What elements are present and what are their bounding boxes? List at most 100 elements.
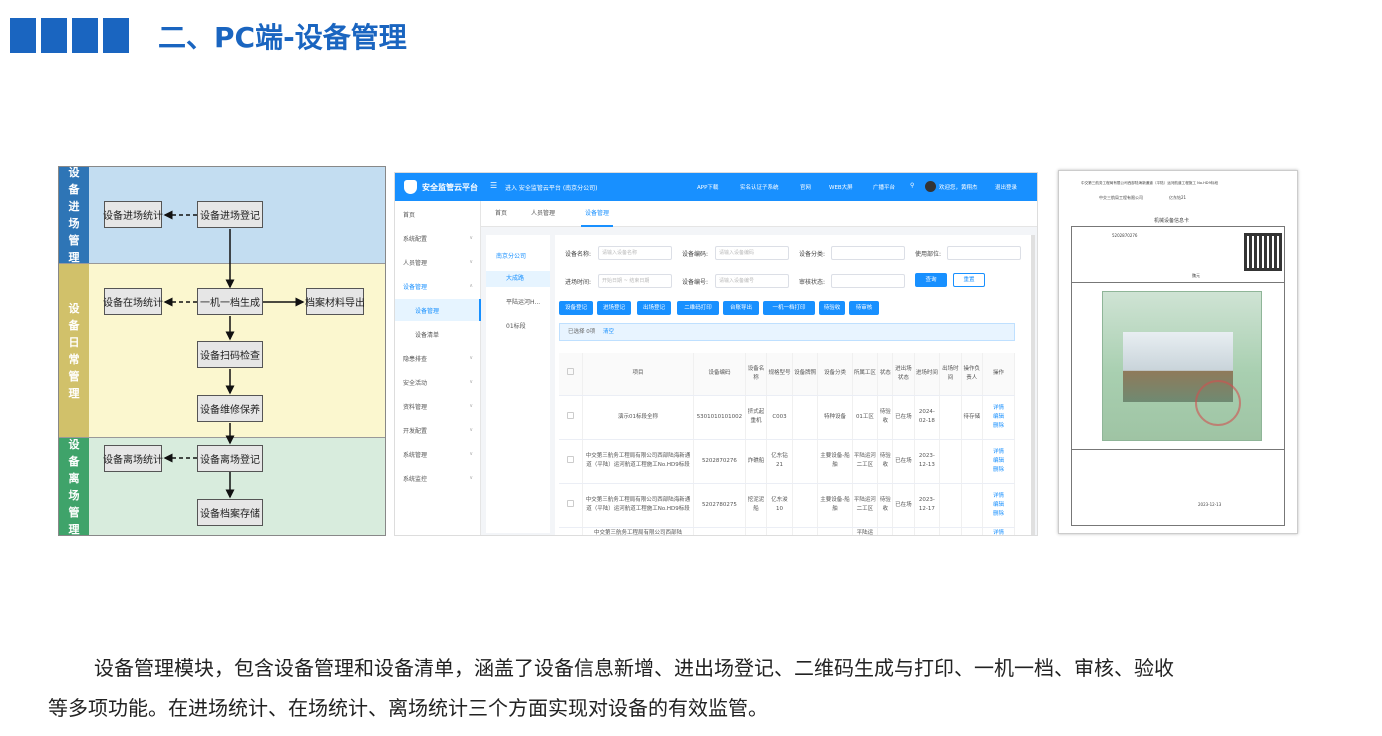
col-code: 设备编码 [693, 353, 746, 396]
equipment-number-input[interactable]: 请输入设备编号 [715, 274, 789, 288]
sidebar-label: 设备管理 [415, 307, 440, 315]
link-realname[interactable]: 实名认证子系统 [740, 183, 779, 191]
sidebar-item-system-manage[interactable]: 系统管理 ∨ [395, 443, 481, 465]
position-select[interactable] [947, 246, 1021, 260]
pending-audit-button[interactable]: 待审核 [849, 301, 879, 315]
tab-personnel[interactable]: 人员管理 [531, 201, 555, 227]
sidebar-label: 首页 [403, 211, 416, 219]
exit-register-button[interactable]: 出场登记 [637, 301, 671, 315]
tree-node-01[interactable]: 01标段 [506, 321, 526, 330]
tree-node-dachenglu[interactable]: 大成路 [486, 271, 550, 287]
sidebar-label: 系统监控 [403, 475, 428, 483]
sidebar-item-documents[interactable]: 资料管理 ∨ [395, 395, 481, 417]
audit-status-select[interactable] [831, 274, 905, 288]
sidebar: 首页 系统配置 ∨ 人员管理 ∨ 设备管理 ∧ 设备管理 设备清单 隐患排查 ∨ 安全活… [395, 201, 481, 535]
edit-link[interactable]: 编辑 [984, 501, 1013, 510]
select-all-checkbox[interactable] [559, 353, 583, 396]
col-status: 状态 [877, 353, 894, 396]
delete-link[interactable]: 删除 [984, 466, 1013, 475]
sidebar-item-home[interactable]: 首页 [395, 203, 481, 225]
card-divider [1072, 449, 1284, 450]
row-checkbox[interactable] [559, 483, 583, 528]
menu-icon[interactable]: ☰ [490, 181, 497, 190]
filter-category-label: 设备分类: [799, 251, 826, 258]
cell-plate [792, 395, 819, 440]
cell-status: 待验收 [877, 483, 894, 528]
qrcode-print-button[interactable]: 二维码打印 [677, 301, 719, 315]
sidebar-item-safety[interactable]: 安全活动 ∨ [395, 371, 481, 393]
sidebar-item-hazard[interactable]: 隐患排查 ∨ [395, 347, 481, 369]
entry-register-button[interactable]: 进场登记 [597, 301, 631, 315]
card-unit: 中交三航局工程有限公司 [1099, 195, 1143, 200]
archive-print-button[interactable]: 一机一档打印 [763, 301, 815, 315]
sidebar-item-personnel[interactable]: 人员管理 ∨ [395, 251, 481, 273]
link-official[interactable]: 官网 [800, 183, 811, 191]
cell-name [745, 527, 768, 535]
tree-node-pinglu[interactable]: 平陆运河H... [506, 297, 540, 306]
ledger-export-button[interactable]: 台账导出 [723, 301, 759, 315]
edit-link[interactable]: 编辑 [984, 457, 1013, 466]
cell-area: 平陆运河二工区 [852, 439, 879, 484]
box-one-machine-archive: 一机一档生成 [197, 288, 263, 315]
tree-node-root[interactable]: 南京分公司 [496, 251, 526, 260]
link-web-screen[interactable]: WEB大屏 [829, 183, 853, 191]
category-select[interactable] [831, 246, 905, 260]
sidebar-subitem-equipment-list[interactable]: 设备清单 [395, 323, 481, 345]
equipment-code-input[interactable]: 请输入设备编码 [715, 246, 789, 260]
cell-model: C003 [766, 395, 793, 440]
detail-link[interactable]: 详情 [984, 492, 1013, 501]
app-brand[interactable]: 安全监管云平台 [422, 182, 478, 193]
box-maintenance: 设备维修保养 [197, 395, 263, 422]
box-archive-store: 设备档案存储 [197, 499, 263, 526]
link-broadcast[interactable]: 广播平台 [873, 183, 895, 191]
equipment-info-card: 中交第三航务工程局有限公司西部陆海新通道（平陆）运河航道工程施工 No.HD9标… [1058, 170, 1298, 534]
link-app-download[interactable]: APP下载 [697, 183, 718, 191]
sidebar-item-system-monitor[interactable]: 系统监控 ∨ [395, 467, 481, 489]
description-line-2: 等多项功能。在进场统计、在场统计、离场统计三个方面实现对设备的有效监管。 [48, 696, 768, 720]
main-panel: 设备名称: 请输入设备名称 设备编码: 请输入设备编码 设备分类: 使用部位: … [555, 235, 1035, 536]
detail-link[interactable]: 详情 [984, 404, 1013, 413]
edit-link[interactable]: 编辑 [984, 413, 1013, 422]
row-checkbox[interactable] [559, 527, 583, 535]
header-block-4 [103, 18, 129, 53]
cell-model [766, 527, 793, 535]
scrollbar[interactable] [1031, 235, 1035, 535]
avatar[interactable] [925, 181, 936, 192]
search-icon[interactable]: ⚲ [910, 182, 914, 189]
pending-accept-button[interactable]: 待验收 [819, 301, 845, 315]
chevron-up-icon: ∧ [469, 283, 473, 289]
box-onsite-stats: 设备在场统计 [103, 288, 163, 315]
detail-link[interactable]: 详情 [984, 529, 1013, 536]
cell-code: 5301010101002 [693, 395, 746, 440]
tab-home[interactable]: 首页 [495, 201, 507, 227]
row-checkbox[interactable] [559, 395, 583, 440]
sidebar-item-equipment[interactable]: 设备管理 ∧ [395, 275, 481, 297]
sidebar-item-system-config[interactable]: 系统配置 ∨ [395, 227, 481, 249]
filter-code-label: 设备编码: [682, 251, 709, 258]
enter-platform[interactable]: 进入 安全监管云平台 (南京分公司) [505, 183, 598, 192]
description: 设备管理模块，包含设备管理和设备清单，涵盖了设备信息新增、进出场登记、二维码生成… [48, 648, 1358, 728]
cell-actions: 详情 [982, 527, 1016, 536]
cell-name: 炸礁船 [745, 439, 768, 484]
card-vessel: 亿东钻21 [1169, 195, 1187, 200]
header-block-3 [72, 18, 98, 53]
sidebar-label: 设备清单 [415, 331, 440, 339]
sidebar-subitem-equipment-manage[interactable]: 设备管理 [395, 299, 481, 321]
box-entry-stats: 设备进场统计 [103, 201, 163, 228]
equipment-name-input[interactable]: 请输入设备名称 [598, 246, 672, 260]
search-button[interactable]: 查询 [915, 273, 947, 287]
tab-equipment[interactable]: 设备管理 [581, 201, 614, 227]
sidebar-item-dev-config[interactable]: 开发配置 ∨ [395, 419, 481, 441]
detail-link[interactable]: 详情 [984, 448, 1013, 457]
cell-category [817, 527, 853, 535]
delete-link[interactable]: 删除 [984, 510, 1013, 519]
col-exit-time: 出场时间 [939, 353, 962, 396]
clear-selection-link[interactable]: 清空 [603, 329, 614, 335]
logout-link[interactable]: 退出登录 [995, 183, 1017, 191]
delete-link[interactable]: 删除 [984, 422, 1013, 431]
register-equipment-button[interactable]: 设备登记 [559, 301, 593, 315]
reset-button[interactable]: 重置 [953, 273, 985, 287]
cell-person: 待存储 [961, 395, 983, 440]
entry-date-range[interactable]: 开始日期 ~ 结束日期 [598, 274, 672, 288]
row-checkbox[interactable] [559, 439, 583, 484]
